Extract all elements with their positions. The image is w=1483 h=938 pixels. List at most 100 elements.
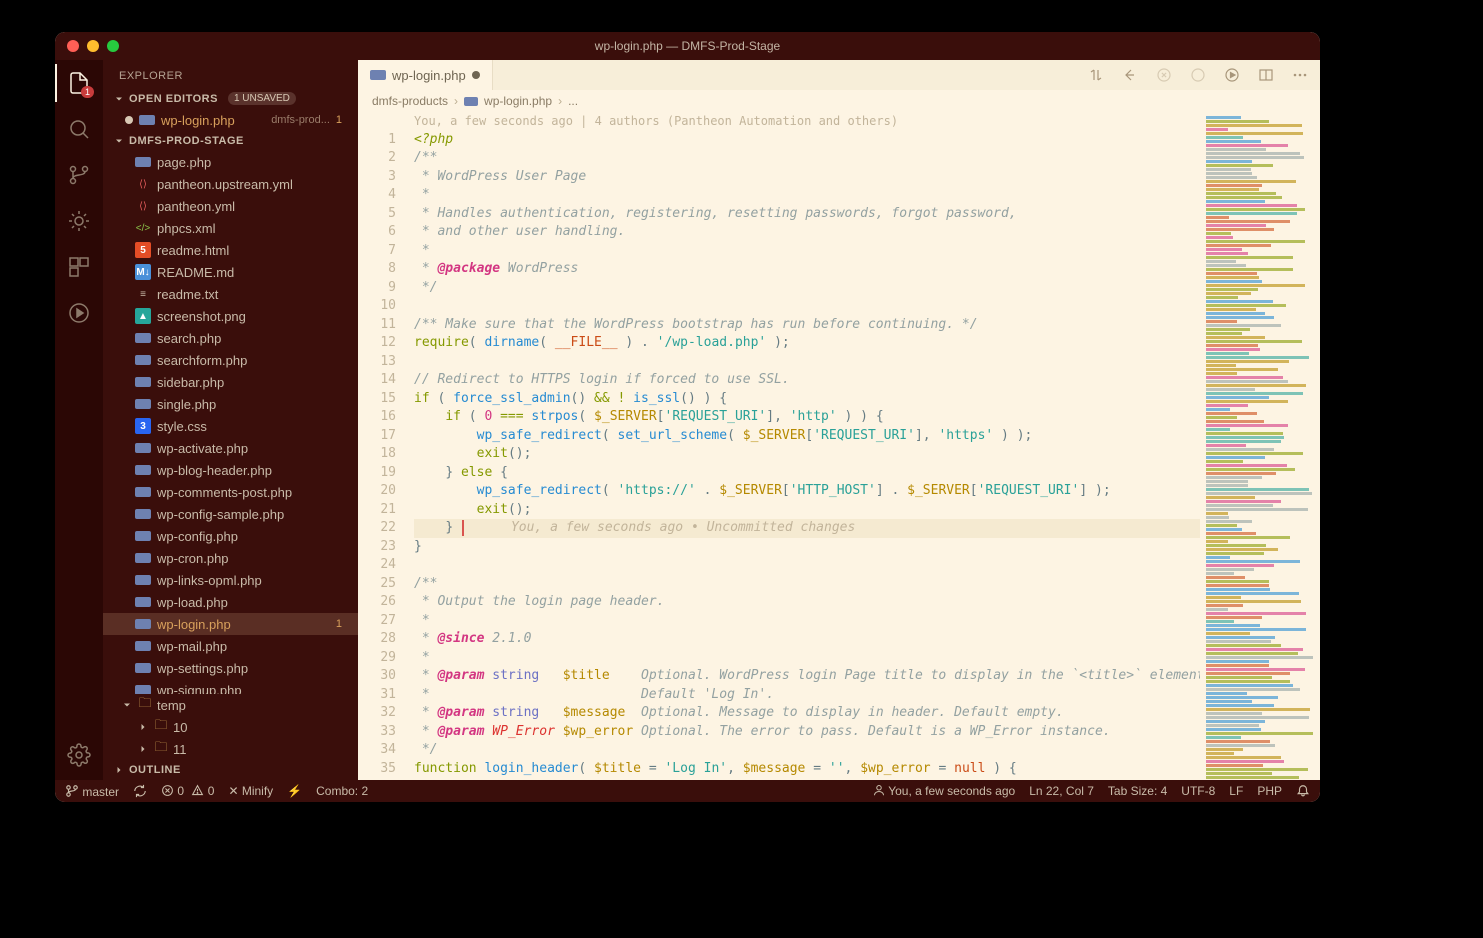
folder-tree-item[interactable]: 🗀temp: [103, 694, 358, 716]
open-editor-item[interactable]: wp-login.phpdmfs-prod...1: [103, 109, 358, 131]
file-tree-item[interactable]: wp-cron.php: [103, 547, 358, 569]
code-line[interactable]: *: [414, 649, 1200, 668]
remote-icon[interactable]: [66, 300, 92, 326]
file-tree-item[interactable]: ⟨⟩pantheon.upstream.yml: [103, 173, 358, 195]
tab-wp-login[interactable]: wp-login.php: [358, 60, 493, 90]
encoding-status[interactable]: UTF-8: [1181, 784, 1215, 798]
file-tree-item[interactable]: wp-comments-post.php: [103, 481, 358, 503]
code-line[interactable]: <?php: [414, 131, 1200, 150]
code-line[interactable]: exit();: [414, 501, 1200, 520]
code-line[interactable]: [414, 297, 1200, 316]
code-line[interactable]: /**: [414, 149, 1200, 168]
code-line[interactable]: */: [414, 279, 1200, 298]
code-line[interactable]: * @param string $message Optional. Messa…: [414, 704, 1200, 723]
outline-header[interactable]: OUTLINE: [103, 760, 358, 780]
code-line[interactable]: // Redirect to HTTPS login if forced to …: [414, 371, 1200, 390]
breadcrumb-item[interactable]: dmfs-products: [372, 94, 448, 108]
file-tree-item[interactable]: search.php: [103, 327, 358, 349]
code-line[interactable]: * Default 'Log In'.: [414, 686, 1200, 705]
code-line[interactable]: * Output the login page header.: [414, 593, 1200, 612]
file-tree-item[interactable]: searchform.php: [103, 349, 358, 371]
file-tree-item[interactable]: wp-config-sample.php: [103, 503, 358, 525]
code-line[interactable]: */: [414, 741, 1200, 760]
code-line[interactable]: [414, 556, 1200, 575]
code-line[interactable]: } You, a few seconds ago • Uncommitted c…: [414, 519, 1200, 538]
cursor-position-status[interactable]: Ln 22, Col 7: [1029, 784, 1094, 798]
code-line[interactable]: }: [414, 538, 1200, 557]
file-tree-item[interactable]: wp-activate.php: [103, 437, 358, 459]
window-maximize-button[interactable]: [107, 40, 119, 52]
folder-tree-item[interactable]: 🗀11: [103, 738, 358, 760]
file-tree-item[interactable]: </>phpcs.xml: [103, 217, 358, 239]
source-control-icon[interactable]: [66, 162, 92, 188]
problems-status[interactable]: 0 0: [161, 784, 214, 798]
code-line[interactable]: *: [414, 242, 1200, 261]
file-tree-item[interactable]: wp-signup.php: [103, 679, 358, 694]
code-line[interactable]: [414, 353, 1200, 372]
file-tree-item[interactable]: 5readme.html: [103, 239, 358, 261]
code-line[interactable]: * Handles authentication, registering, r…: [414, 205, 1200, 224]
code-line[interactable]: /** Make sure that the WordPress bootstr…: [414, 316, 1200, 335]
combo-status[interactable]: Combo: 2: [316, 784, 368, 798]
code-line[interactable]: if ( 0 === strpos( $_SERVER['REQUEST_URI…: [414, 408, 1200, 427]
code-line[interactable]: if ( force_ssl_admin() && ! is_ssl() ) {: [414, 390, 1200, 409]
code-line[interactable]: * @param string $title Optional. WordPre…: [414, 667, 1200, 686]
code-line[interactable]: * and other user handling.: [414, 223, 1200, 242]
file-tree-item[interactable]: ▲screenshot.png: [103, 305, 358, 327]
explorer-icon[interactable]: 1: [66, 70, 92, 96]
code-line[interactable]: /**: [414, 575, 1200, 594]
notifications-icon[interactable]: [1296, 784, 1310, 798]
git-blame-status[interactable]: You, a few seconds ago: [873, 784, 1015, 798]
code-line[interactable]: wp_safe_redirect( set_url_scheme( $_SERV…: [414, 427, 1200, 446]
code-lens[interactable]: You, a few seconds ago | 4 authors (Pant…: [414, 112, 1200, 131]
file-tree-item[interactable]: sidebar.php: [103, 371, 358, 393]
workspace-header[interactable]: DMFS-PROD-STAGE: [103, 131, 358, 151]
search-icon[interactable]: [66, 116, 92, 142]
split-editor-icon[interactable]: [1256, 65, 1276, 85]
extensions-icon[interactable]: [66, 254, 92, 280]
code-line[interactable]: * @param WP_Error $wp_error Optional. Th…: [414, 723, 1200, 742]
git-branch-status[interactable]: master: [65, 784, 119, 799]
code-line[interactable]: } else {: [414, 464, 1200, 483]
minimap[interactable]: [1200, 112, 1320, 780]
indentation-status[interactable]: Tab Size: 4: [1108, 784, 1167, 798]
settings-icon[interactable]: [66, 742, 92, 768]
code-content[interactable]: You, a few seconds ago | 4 authors (Pant…: [410, 112, 1200, 780]
code-line[interactable]: function login_header( $title = 'Log In'…: [414, 760, 1200, 779]
go-prev-icon[interactable]: [1154, 65, 1174, 85]
code-line[interactable]: *: [414, 186, 1200, 205]
file-tree-item[interactable]: wp-blog-header.php: [103, 459, 358, 481]
run-icon[interactable]: [1222, 65, 1242, 85]
file-tree-item[interactable]: wp-settings.php: [103, 657, 358, 679]
go-next-icon[interactable]: [1188, 65, 1208, 85]
compare-changes-icon[interactable]: [1086, 65, 1106, 85]
sync-status[interactable]: [133, 784, 147, 799]
more-actions-icon[interactable]: [1290, 65, 1310, 85]
code-line[interactable]: exit();: [414, 445, 1200, 464]
code-line[interactable]: * @package WordPress: [414, 260, 1200, 279]
code-line[interactable]: * @since 2.1.0: [414, 630, 1200, 649]
file-tree-item[interactable]: M↓README.md: [103, 261, 358, 283]
file-tree-item[interactable]: ≡readme.txt: [103, 283, 358, 305]
breadcrumb-item[interactable]: wp-login.php: [484, 94, 552, 108]
file-tree-item[interactable]: wp-config.php: [103, 525, 358, 547]
window-close-button[interactable]: [67, 40, 79, 52]
minify-status[interactable]: ✕ Minify: [228, 784, 273, 798]
file-tree-item[interactable]: wp-mail.php: [103, 635, 358, 657]
debug-icon[interactable]: [66, 208, 92, 234]
thunder-icon[interactable]: ⚡: [287, 784, 302, 798]
open-editors-header[interactable]: OPEN EDITORS 1 UNSAVED: [103, 88, 358, 109]
code-line[interactable]: wp_safe_redirect( 'https://' . $_SERVER[…: [414, 482, 1200, 501]
file-tree-item[interactable]: wp-login.php1: [103, 613, 358, 635]
code-line[interactable]: *: [414, 612, 1200, 631]
breadcrumbs[interactable]: dmfs-products › wp-login.php › ...: [358, 90, 1320, 112]
eol-status[interactable]: LF: [1229, 784, 1243, 798]
code-line[interactable]: * WordPress User Page: [414, 168, 1200, 187]
file-tree-item[interactable]: wp-links-opml.php: [103, 569, 358, 591]
file-tree-item[interactable]: 3style.css: [103, 415, 358, 437]
folder-tree-item[interactable]: 🗀10: [103, 716, 358, 738]
code-line[interactable]: require( dirname( __FILE__ ) . '/wp-load…: [414, 334, 1200, 353]
language-status[interactable]: PHP: [1257, 784, 1282, 798]
window-minimize-button[interactable]: [87, 40, 99, 52]
file-tree-item[interactable]: ⟨⟩pantheon.yml: [103, 195, 358, 217]
